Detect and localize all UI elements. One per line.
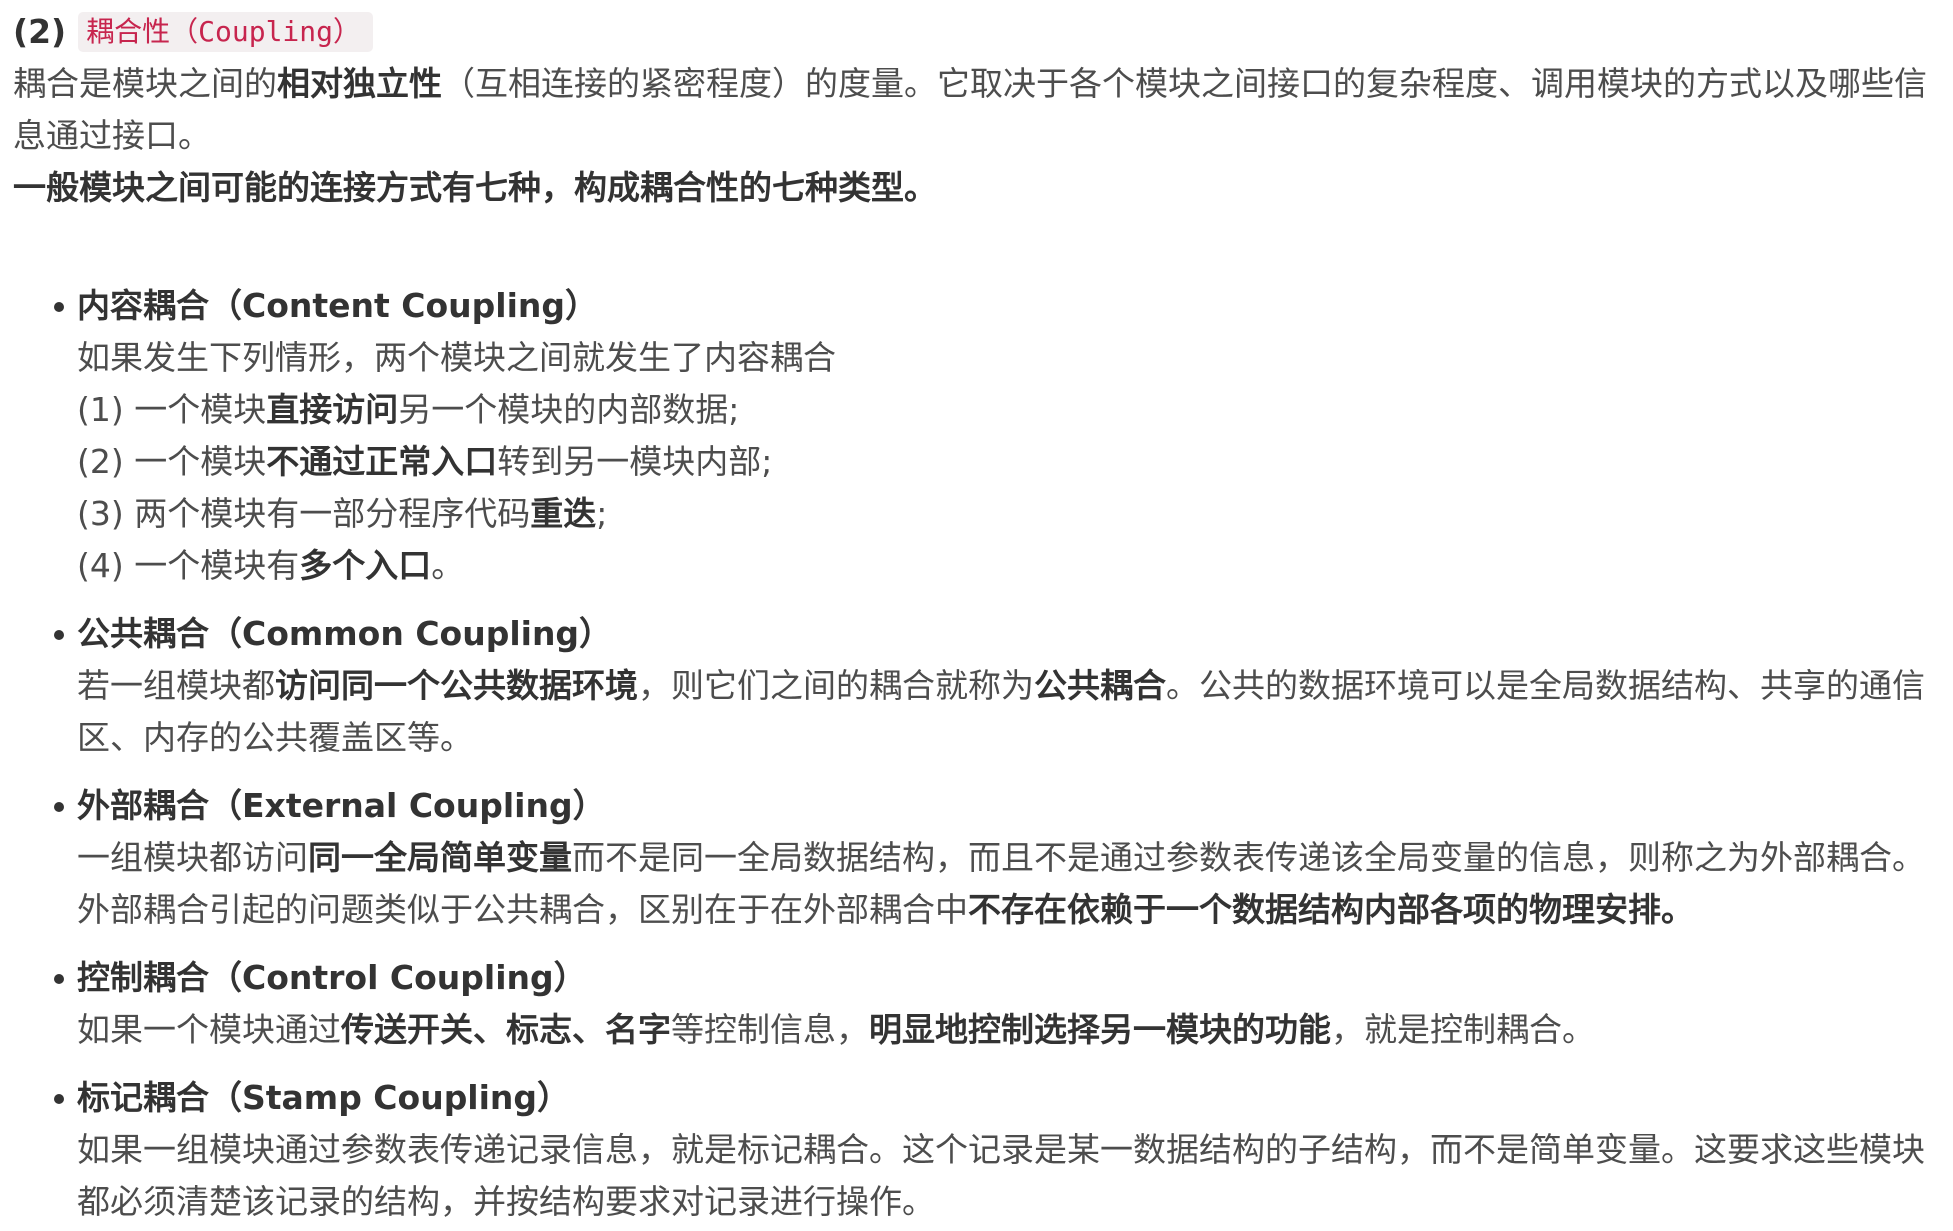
description-line: (1) 一个模块直接访问另一个模块的内部数据; <box>77 384 1945 436</box>
intro-paragraph: 耦合是模块之间的相对独立性（互相连接的紧密程度）的度量。它取决于各个模块之间接口… <box>13 58 1945 162</box>
text-run: 。 <box>431 546 465 585</box>
description-line: (3) 两个模块有一部分程序代码重迭; <box>77 488 1945 540</box>
bold-text: 公共耦合 <box>1034 666 1166 705</box>
coupling-type-item: 内容耦合（Content Coupling） 如果发生下列情形，两个模块之间就发生… <box>54 280 1945 592</box>
section-number: (2) <box>13 12 67 51</box>
text-run: ，则它们之间的耦合就称为 <box>638 666 1034 705</box>
bullet-icon <box>54 630 64 640</box>
bold-text: 访问同一个公共数据环境 <box>275 666 638 705</box>
bullet-icon <box>54 802 64 812</box>
description-line: 若一组模块都访问同一个公共数据环境，则它们之间的耦合就称为公共耦合。公共的数据环… <box>77 660 1945 764</box>
section-code-tag: 耦合性（Coupling） <box>78 12 374 52</box>
section-heading: (2) 耦合性（Coupling） <box>13 6 1945 58</box>
text-run: 等控制信息， <box>671 1010 869 1049</box>
description-line: 一组模块都访问同一全局简单变量而不是同一全局数据结构，而且不是通过参数表传递该全… <box>77 832 1945 884</box>
bold-text: 传送开关、标志、名字 <box>341 1010 671 1049</box>
coupling-type-item: 控制耦合（Control Coupling） 如果一个模块通过传送开关、标志、名字… <box>54 952 1945 1056</box>
text-run: 如果发生下列情形，两个模块之间就发生了内容耦合 <box>77 338 836 377</box>
text-run: 转到另一模块内部; <box>497 442 773 481</box>
coupling-type-title: 控制耦合（Control Coupling） <box>77 958 587 997</box>
text-run: (4) 一个模块有 <box>77 546 300 585</box>
bold-text: 直接访问 <box>266 390 399 429</box>
coupling-type-item: 公共耦合（Common Coupling） 若一组模块都访问同一个公共数据环境，则… <box>54 608 1945 764</box>
coupling-type-title: 公共耦合（Common Coupling） <box>77 614 613 653</box>
coupling-type-title: 外部耦合（External Coupling） <box>77 786 606 825</box>
text-run: (3) 两个模块有一部分程序代码 <box>77 494 531 533</box>
text-run: 耦合是模块之间的 <box>13 64 277 103</box>
description-line: 如果发生下列情形，两个模块之间就发生了内容耦合 <box>77 332 1945 384</box>
description-line: 如果一个模块通过传送开关、标志、名字等控制信息，明显地控制选择另一模块的功能，就… <box>77 1004 1945 1056</box>
intro-paragraph: 一般模块之间可能的连接方式有七种，构成耦合性的七种类型。 <box>13 162 1945 214</box>
text-run: ，就是控制耦合。 <box>1331 1010 1595 1049</box>
intro-paragraphs: 耦合是模块之间的相对独立性（互相连接的紧密程度）的度量。它取决于各个模块之间接口… <box>13 58 1945 214</box>
description-line: 外部耦合引起的问题类似于公共耦合，区别在于在外部耦合中不存在依赖于一个数据结构内… <box>77 884 1945 936</box>
text-run: ; <box>596 494 608 533</box>
description-line: 如果一组模块通过参数表传递记录信息，就是标记耦合。这个记录是某一数据结构的子结构… <box>77 1124 1945 1228</box>
coupling-type-list: 内容耦合（Content Coupling） 如果发生下列情形，两个模块之间就发生… <box>13 280 1945 1228</box>
document: (2) 耦合性（Coupling） 耦合是模块之间的相对独立性（互相连接的紧密程… <box>0 0 1953 1228</box>
text-run: (1) 一个模块 <box>77 390 267 429</box>
coupling-type-item: 标记耦合（Stamp Coupling） 如果一组模块通过参数表传递记录信息，就是… <box>54 1072 1945 1228</box>
text-run: 一组模块都访问 <box>77 838 308 877</box>
bold-text: 相对独立性 <box>277 64 442 103</box>
description-line: (2) 一个模块不通过正常入口转到另一模块内部; <box>77 436 1945 488</box>
text-run: 而不是同一全局数据结构，而且不是通过参数表传递该全局变量的信息，则称之为外部耦合… <box>572 838 1925 877</box>
bold-text: 不通过正常入口 <box>266 442 498 481</box>
description-line: (4) 一个模块有多个入口。 <box>77 540 1945 592</box>
bold-text: 一般模块之间可能的连接方式有七种，构成耦合性的七种类型。 <box>13 168 937 207</box>
bold-text: 同一全局简单变量 <box>308 838 572 877</box>
text-run: (2) 一个模块 <box>77 442 267 481</box>
bullet-icon <box>54 1094 64 1104</box>
bold-text: 明显地控制选择另一模块的功能 <box>869 1010 1331 1049</box>
coupling-type-item: 外部耦合（External Coupling） 一组模块都访问同一全局简单变量而不… <box>54 780 1945 936</box>
text-run: 若一组模块都 <box>77 666 275 705</box>
coupling-type-title: 内容耦合（Content Coupling） <box>77 286 599 325</box>
bold-text: 多个入口 <box>299 546 432 585</box>
bold-text: 重迭 <box>530 494 597 533</box>
bullet-icon <box>54 302 64 312</box>
bullet-icon <box>54 974 64 984</box>
bold-text: 不存在依赖于一个数据结构内部各项的物理安排。 <box>968 890 1694 929</box>
text-run: 外部耦合引起的问题类似于公共耦合，区别在于在外部耦合中 <box>77 890 968 929</box>
text-run: 如果一个模块通过 <box>77 1010 341 1049</box>
coupling-type-title: 标记耦合（Stamp Coupling） <box>77 1078 571 1117</box>
text-run: 另一个模块的内部数据; <box>398 390 740 429</box>
text-run: 如果一组模块通过参数表传递记录信息，就是标记耦合。这个记录是某一数据结构的子结构… <box>77 1130 1925 1221</box>
